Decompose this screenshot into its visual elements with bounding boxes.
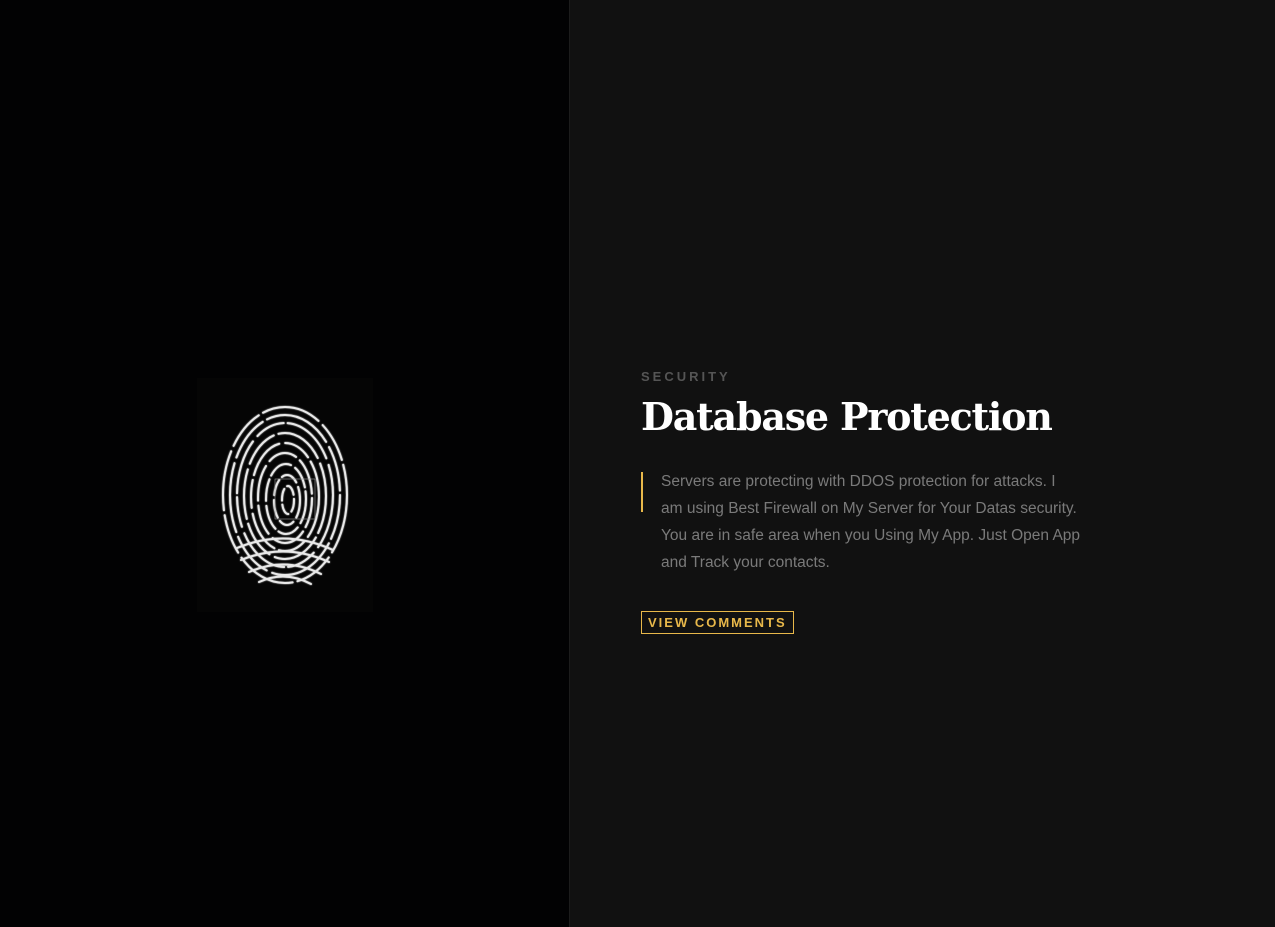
description-quote: Servers are protecting with DDOS protect… [641,468,1081,576]
page: SECURITY Database Protection Servers are… [0,0,1275,927]
description-text: Servers are protecting with DDOS protect… [661,473,1081,571]
section-eyebrow: SECURITY [641,369,731,384]
view-comments-button[interactable]: VIEW COMMENTS [641,611,794,634]
quote-accent-bar [641,472,643,512]
image-panel [0,0,569,927]
page-title: Database Protection [641,394,1053,439]
content-panel: SECURITY Database Protection Servers are… [570,0,1275,927]
fingerprint-image [197,378,373,612]
feature-content: SECURITY Database Protection Servers are… [641,368,1081,634]
fingerprint-icon [222,406,348,585]
